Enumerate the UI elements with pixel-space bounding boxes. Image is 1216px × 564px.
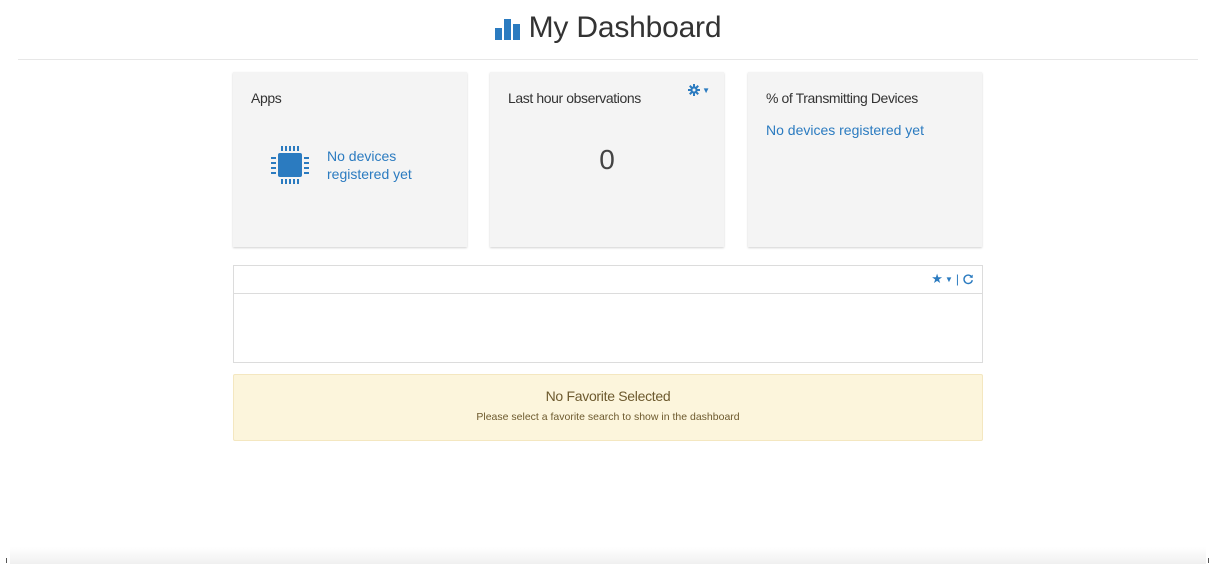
page-title: My Dashboard <box>528 10 722 44</box>
star-icon[interactable]: ★ <box>931 272 943 286</box>
gear-icon <box>688 84 701 96</box>
alert-message: Please select a favorite search to show … <box>476 411 740 423</box>
page-title-wrap: My Dashboard <box>494 10 722 45</box>
corner-mark-left <box>6 558 7 563</box>
transmitting-card: % of Transmitting Devices No devices reg… <box>748 72 982 247</box>
bottom-fade <box>10 547 1206 564</box>
observations-count: 0 <box>599 144 615 175</box>
no-favorite-alert: No Favorite Selected Please select a fav… <box>233 374 983 441</box>
refresh-icon[interactable] <box>962 273 974 285</box>
apps-no-devices-link[interactable]: No devices registered yet <box>327 147 437 183</box>
observations-card: Last hour observations ▼ 0 <box>490 72 724 247</box>
transmitting-no-devices-link[interactable]: No devices registered yet <box>766 122 924 138</box>
observations-settings-button[interactable]: ▼ <box>688 84 710 96</box>
apps-card: Apps No devices registered yet <box>233 72 467 247</box>
favorites-panel-header: ★ ▼ | <box>234 266 982 294</box>
favorites-panel-tools: ★ ▼ | <box>931 272 974 286</box>
transmitting-card-title: % of Transmitting Devices <box>766 90 918 106</box>
toolbar-separator: | <box>955 272 959 286</box>
apps-card-title: Apps <box>251 90 282 106</box>
alert-title: No Favorite Selected <box>545 388 671 404</box>
bar-chart-icon <box>494 18 520 40</box>
page-header: My Dashboard <box>18 0 1198 60</box>
corner-mark-right <box>1208 558 1209 563</box>
observations-card-title: Last hour observations <box>508 90 641 106</box>
favorites-panel: ★ ▼ | <box>233 265 983 363</box>
chip-icon <box>271 146 309 184</box>
apps-empty-state: No devices registered yet <box>269 144 437 186</box>
chevron-down-icon: ▼ <box>702 85 710 95</box>
chevron-down-icon[interactable]: ▼ <box>945 275 953 284</box>
